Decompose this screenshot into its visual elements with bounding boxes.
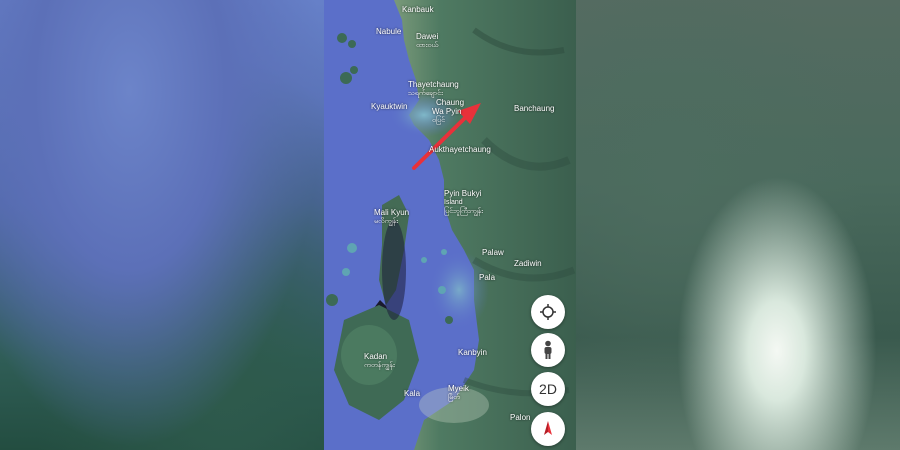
place-name-mali-kyun: Mali Kyun	[374, 208, 410, 217]
place-name-mali-kyun-local: မလိကျွန်း	[374, 218, 398, 225]
view-mode-label: 2D	[539, 381, 557, 397]
place-name-pyin-bukyi-local: ပြင်ဘူကြီးကျွန်း	[444, 208, 483, 215]
crosshair-icon	[540, 304, 556, 320]
place-name-myeik: Myeik	[448, 384, 469, 393]
place-name-wa-pyin-local: ဝပြင်	[432, 117, 445, 124]
place-name-kadan: Kadan	[364, 352, 388, 361]
compass-button[interactable]	[531, 412, 565, 446]
place-label-mali-kyun: Mali Kyun မလိကျွန်း	[374, 208, 409, 226]
place-label-thayetchaung: Thayetchaung သရက်ချောင်း	[408, 80, 459, 98]
place-label-myeik: Myeik မြိတ်	[448, 384, 469, 402]
place-name-pyin-bukyi: Pyin Bukyi	[444, 189, 482, 198]
place-label-dawei: Dawei ထားဝယ်	[416, 32, 438, 50]
place-label-chaung: Chaung	[436, 98, 465, 107]
place-label-palaw: Palaw	[482, 248, 504, 257]
satellite-map[interactable]: Kanbauk Nabule Dawei ထားဝယ် Thayetchaung…	[324, 0, 576, 450]
compass-icon	[544, 421, 552, 435]
place-label-pyin-bukyi: Pyin Bukyi Island ပြင်ဘူကြီးကျွန်း	[444, 189, 483, 216]
place-label-palon: Palon	[510, 413, 531, 422]
place-name-dawei-local: ထားဝယ်	[416, 42, 439, 49]
place-name-kadan-local: ကတန်ကျွန်း	[364, 362, 395, 369]
street-view-button[interactable]	[531, 333, 565, 367]
place-label-kanbauk: Kanbauk	[402, 5, 434, 14]
place-label-zadiwin: Zadiwin	[514, 259, 542, 268]
place-label-kadan: Kadan ကတန်ကျွန်း	[364, 352, 395, 370]
place-name-thayetchaung-local: သရက်ချောင်း	[408, 90, 443, 97]
place-label-nabule: Nabule	[376, 27, 402, 36]
place-label-aukthayetchaung: Aukthayetchaung	[429, 145, 491, 154]
place-label-banchaung: Banchaung	[514, 104, 555, 113]
view-mode-toggle-button[interactable]: 2D	[531, 372, 565, 406]
place-name-dawei: Dawei	[416, 32, 439, 41]
place-name-island: Island	[444, 199, 463, 206]
place-name-myeik-local: မြိတ်	[448, 394, 460, 401]
pegman-icon	[544, 340, 552, 359]
place-label-kyauktwin: Kyauktwin	[371, 102, 408, 111]
place-label-pala: Pala	[479, 273, 496, 282]
place-label-kala: Kala	[404, 389, 421, 398]
blurred-background-left	[0, 0, 324, 450]
place-label-kanbyin: Kanbyin	[458, 348, 487, 357]
place-label-wa-pyin: Wa Pyin ဝပြင်	[432, 107, 462, 125]
place-name-wa-pyin: Wa Pyin	[432, 107, 462, 116]
blurred-background-right	[576, 0, 900, 450]
my-location-button[interactable]	[531, 295, 565, 329]
place-name-thayetchaung: Thayetchaung	[408, 80, 459, 89]
